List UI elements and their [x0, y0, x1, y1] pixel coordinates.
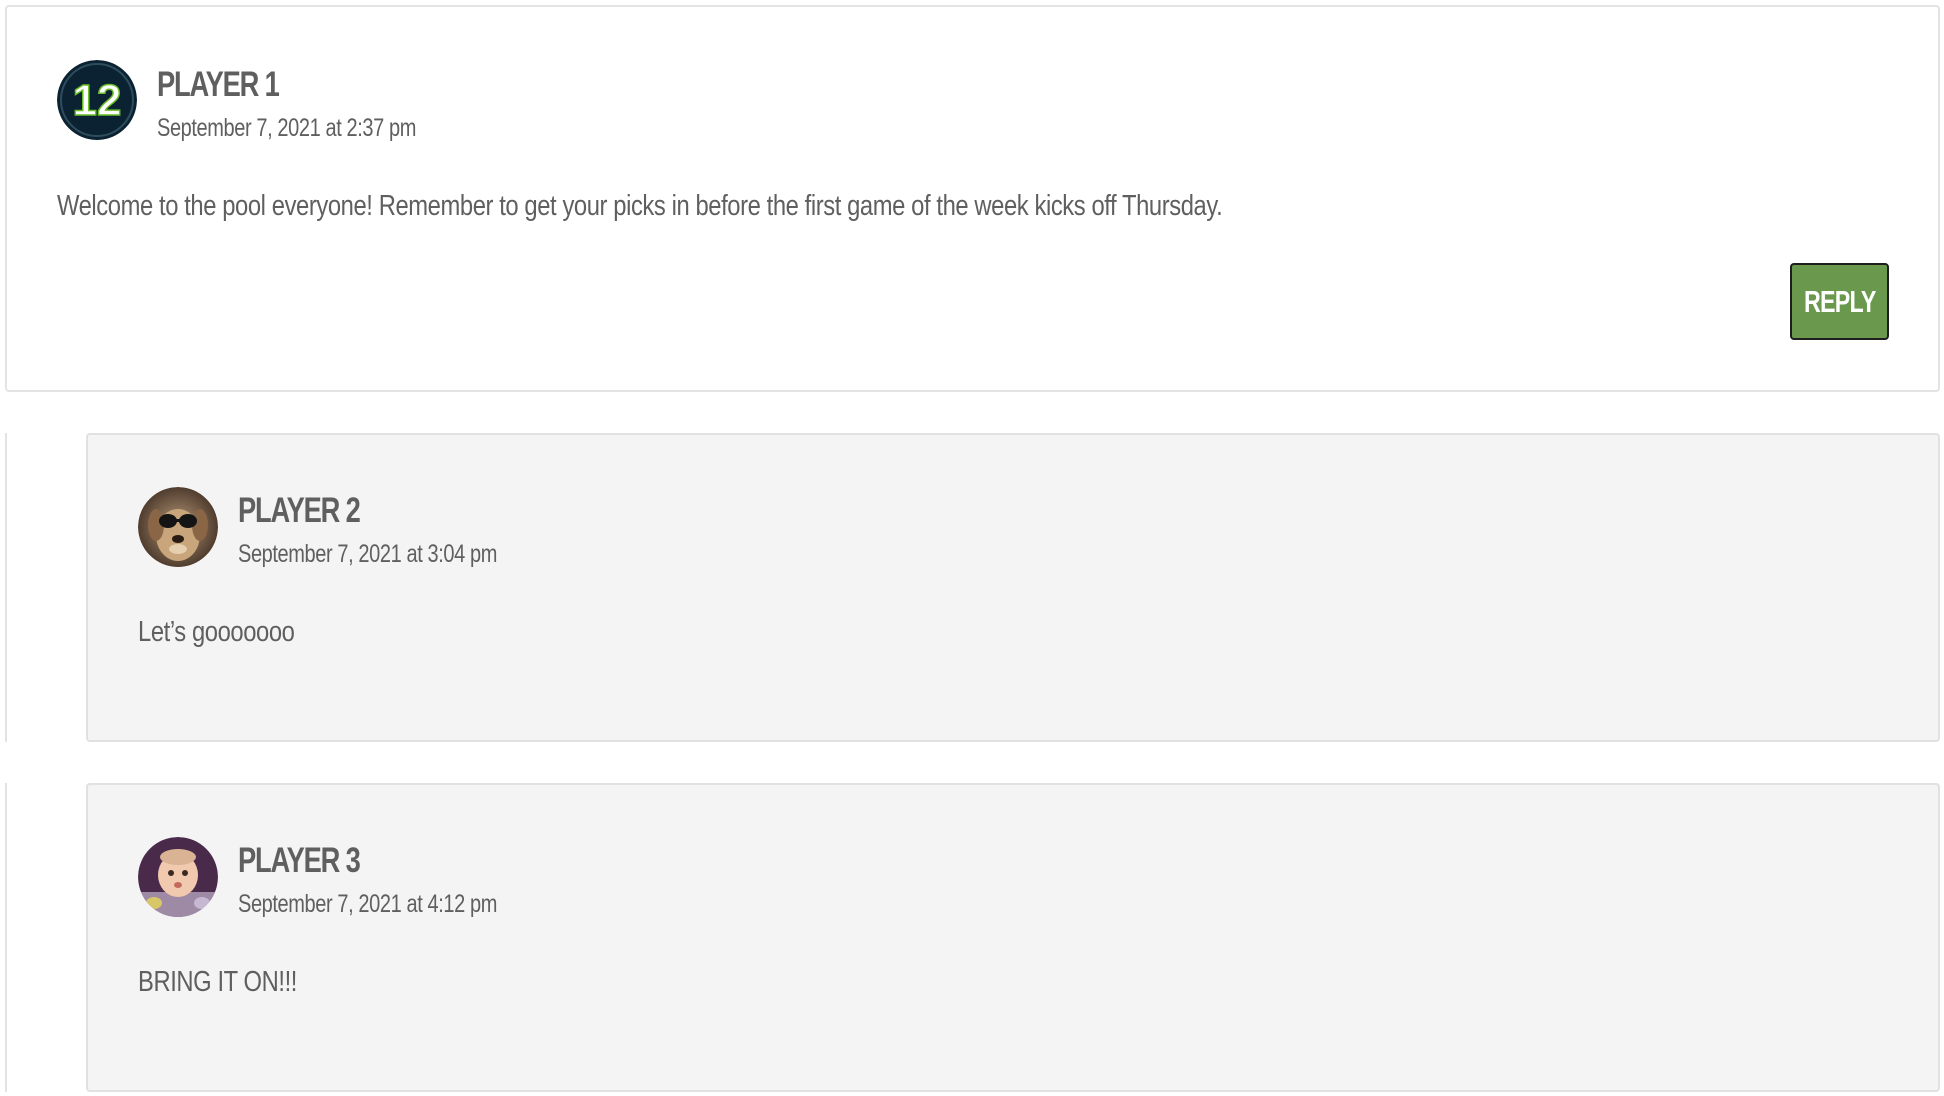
reply-button-label: REPLY [1803, 283, 1876, 319]
jersey-number-12-icon: 12 [57, 60, 137, 140]
baby-photo-icon [138, 837, 218, 917]
comment-reply: PLAYER 3 September 7, 2021 at 4:12 pm BR… [86, 783, 1940, 1092]
avatar: 12 [57, 60, 137, 140]
comment-date[interactable]: September 7, 2021 at 3:04 pm [238, 539, 497, 569]
comment-author[interactable]: PLAYER 2 [238, 491, 361, 531]
comment-text: Let’s gooooooo [138, 616, 295, 648]
reply-button[interactable]: REPLY [1790, 263, 1889, 340]
comment-date[interactable]: September 7, 2021 at 4:12 pm [238, 889, 497, 919]
thread-indent-line [5, 433, 7, 742]
comment-author[interactable]: PLAYER 1 [157, 65, 280, 105]
comment-text: Welcome to the pool everyone! Remember t… [57, 190, 1223, 222]
comment-author[interactable]: PLAYER 3 [238, 841, 361, 881]
avatar [138, 487, 218, 567]
comment-text: BRING IT ON!!! [138, 966, 297, 998]
svg-text:12: 12 [73, 76, 122, 125]
dog-with-sunglasses-icon [138, 487, 218, 567]
comment-date[interactable]: September 7, 2021 at 2:37 pm [157, 113, 416, 143]
comment: 12 PLAYER 1 September 7, 2021 at 2:37 pm… [5, 5, 1940, 392]
avatar [138, 837, 218, 917]
comment-thread: 12 PLAYER 1 September 7, 2021 at 2:37 pm… [0, 0, 1944, 1096]
comment-reply: PLAYER 2 September 7, 2021 at 3:04 pm Le… [86, 433, 1940, 742]
thread-indent-line [5, 783, 7, 1092]
